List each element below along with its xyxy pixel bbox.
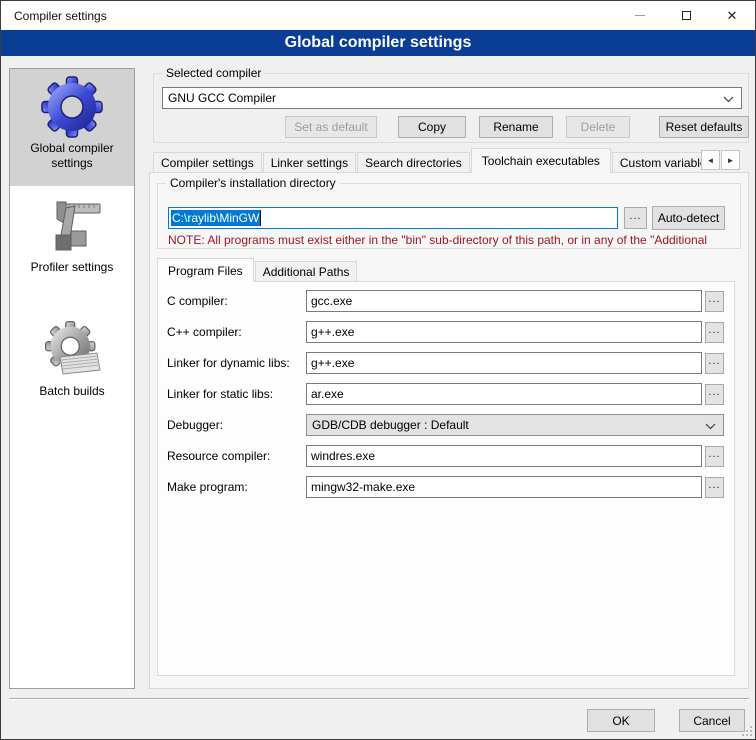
tab-scroll-left-button[interactable]: ◄: [701, 150, 720, 170]
window-controls: ✕: [617, 1, 755, 30]
program-files-tabstrip: Program Files Additional Paths: [157, 258, 358, 282]
settings-category-list: Global compiler settings Profiler settin…: [9, 68, 135, 689]
field-label: C++ compiler:: [167, 321, 242, 343]
form-row-cpp-compiler: C++ compiler: ...: [157, 321, 735, 343]
auto-detect-button[interactable]: Auto-detect: [652, 206, 725, 230]
maximize-icon: [682, 11, 691, 20]
field-label: Linker for dynamic libs:: [167, 352, 290, 374]
close-button[interactable]: ✕: [709, 1, 755, 30]
field-label: Make program:: [167, 476, 248, 498]
field-label: Debugger:: [167, 414, 223, 436]
subtab-additional-paths[interactable]: Additional Paths: [255, 261, 358, 282]
form-row-debugger: Debugger: GDB/CDB debugger : Default: [157, 414, 735, 436]
reset-defaults-button[interactable]: Reset defaults: [659, 116, 749, 138]
form-row-make-program: Make program: ...: [157, 476, 735, 498]
left-arrow-icon: ◄: [707, 156, 715, 165]
form-row-static-linker: Linker for static libs: ...: [157, 383, 735, 405]
form-row-c-compiler: C compiler: ...: [157, 290, 735, 312]
window-title: Compiler settings: [14, 9, 107, 23]
delete-button[interactable]: Delete: [566, 116, 630, 138]
debugger-select-value: GDB/CDB debugger : Default: [312, 418, 469, 432]
page-title: Global compiler settings: [1, 30, 755, 56]
group-legend: Compiler's installation directory: [166, 176, 340, 190]
sidebar-item-label: Profiler settings: [10, 260, 134, 283]
chevron-down-icon: [705, 423, 716, 430]
blue-gear-icon: [40, 75, 104, 139]
make-program-input[interactable]: [306, 476, 702, 498]
subtab-program-files[interactable]: Program Files: [157, 258, 254, 282]
compiler-options-tabstrip: Compiler settings Linker settings Search…: [149, 148, 749, 173]
sidebar-item-batch-builds[interactable]: Batch builds: [10, 312, 134, 420]
resource-compiler-input[interactable]: [306, 445, 702, 467]
chevron-down-icon: [723, 96, 734, 103]
title-bar: Compiler settings ✕: [1, 1, 755, 30]
ok-button[interactable]: OK: [587, 709, 655, 732]
field-label: Resource compiler:: [167, 445, 270, 467]
debugger-select[interactable]: GDB/CDB debugger : Default: [306, 414, 724, 436]
minimize-icon: [635, 15, 645, 16]
rename-button[interactable]: Rename: [479, 116, 553, 138]
field-label: Linker for static libs:: [167, 383, 273, 405]
field-label: C compiler:: [167, 290, 228, 312]
tabs-clip: Compiler settings Linker settings Search…: [153, 148, 701, 173]
sidebar-item-profiler-settings[interactable]: Profiler settings: [10, 188, 134, 290]
tab-search-directories[interactable]: Search directories: [357, 152, 470, 173]
compiler-select[interactable]: GNU GCC Compiler: [162, 87, 742, 109]
cpp-compiler-browse-button[interactable]: ...: [705, 322, 724, 343]
tab-compiler-settings[interactable]: Compiler settings: [153, 152, 262, 173]
tab-linker-settings[interactable]: Linker settings: [263, 152, 356, 173]
compiler-settings-dialog: Compiler settings ✕ Global compiler sett…: [0, 0, 756, 740]
gear-papers-icon: [40, 318, 104, 382]
static-linker-input[interactable]: [306, 383, 702, 405]
copy-button[interactable]: Copy: [398, 116, 466, 138]
set-as-default-button[interactable]: Set as default: [285, 116, 377, 138]
minimize-button[interactable]: [617, 1, 663, 30]
caliper-icon: [40, 194, 104, 258]
group-legend: Selected compiler: [162, 66, 265, 80]
dynamic-linker-browse-button[interactable]: ...: [705, 353, 724, 374]
tab-scroll-right-button[interactable]: ►: [721, 150, 740, 170]
static-linker-browse-button[interactable]: ...: [705, 384, 724, 405]
sidebar-item-global-compiler-settings[interactable]: Global compiler settings: [10, 69, 134, 186]
tab-custom-variables[interactable]: Custom variables: [612, 152, 701, 173]
cancel-button[interactable]: Cancel: [679, 709, 745, 732]
resize-grip-icon[interactable]: [742, 726, 752, 736]
make-program-browse-button[interactable]: ...: [705, 477, 724, 498]
maximize-button[interactable]: [663, 1, 709, 30]
selected-compiler-group: Selected compiler GNU GCC Compiler Set a…: [153, 73, 749, 143]
close-icon: ✕: [727, 9, 738, 22]
form-row-resource-compiler: Resource compiler: ...: [157, 445, 735, 467]
dynamic-linker-input[interactable]: [306, 352, 702, 374]
compiler-select-value: GNU GCC Compiler: [168, 91, 276, 105]
selected-text: C:\raylib\MinGW: [171, 210, 261, 226]
footer-separator: [9, 698, 749, 700]
cpp-compiler-input[interactable]: [306, 321, 702, 343]
bin-subdirectory-note: NOTE: All programs must exist either in …: [168, 233, 738, 247]
c-compiler-input[interactable]: [306, 290, 702, 312]
c-compiler-browse-button[interactable]: ...: [705, 291, 724, 312]
sidebar-item-label: Batch builds: [10, 384, 134, 407]
form-row-dynamic-linker: Linker for dynamic libs: ...: [157, 352, 735, 374]
installation-directory-group: Compiler's installation directory C:\ray…: [157, 183, 741, 249]
tab-toolchain-executables[interactable]: Toolchain executables: [471, 148, 611, 173]
installation-directory-input[interactable]: C:\raylib\MinGW: [168, 207, 618, 229]
resource-compiler-browse-button[interactable]: ...: [705, 446, 724, 467]
sidebar-item-label: Global compiler settings: [10, 141, 134, 179]
installation-directory-browse-button[interactable]: ...: [624, 207, 647, 229]
right-arrow-icon: ►: [727, 156, 735, 165]
